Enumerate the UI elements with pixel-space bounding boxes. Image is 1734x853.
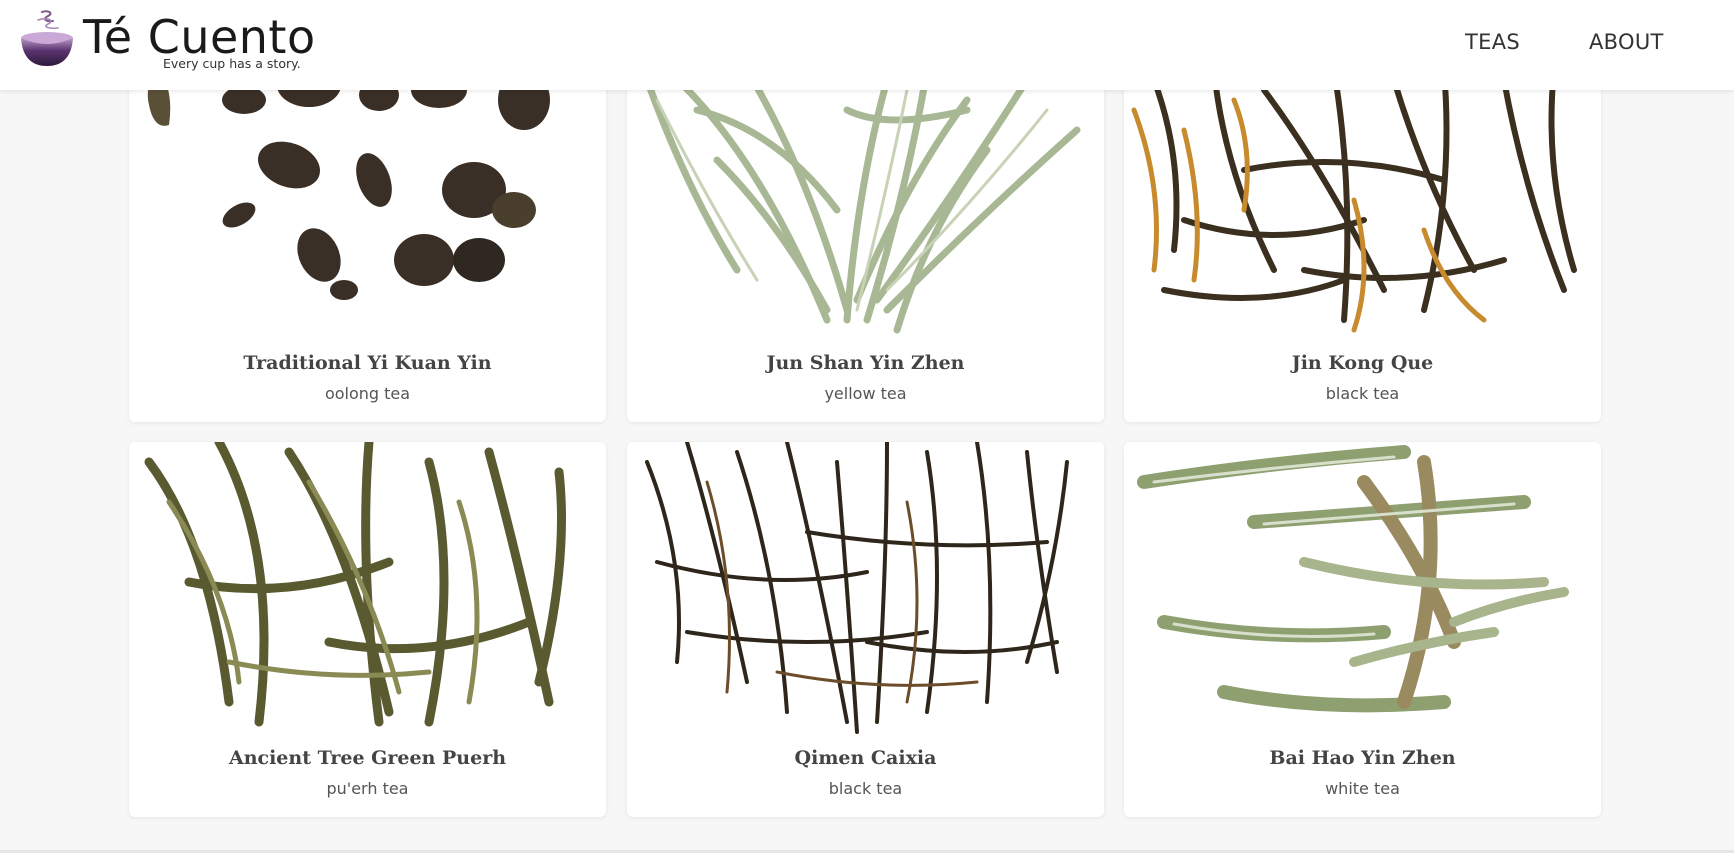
tea-type: white tea [1325,779,1400,798]
tea-type: black tea [1325,384,1400,403]
tea-type: oolong tea [324,384,411,403]
tea-name: Qimen Caixia [794,747,937,769]
tea-leaf-image [627,70,1104,348]
tea-leaf-image [129,442,606,742]
tea-leaf-image [1124,70,1601,348]
tea-name: Ancient Tree Green Puerh [228,747,507,769]
tea-card[interactable]: Jun Shan Yin Zhen yellow tea [627,70,1104,422]
tea-type: black tea [828,779,903,798]
tea-leaf-image [129,70,606,348]
nav-about-link[interactable]: ABOUT [1589,30,1664,54]
tea-cup-logo-icon [21,10,73,66]
tea-card[interactable]: Jin Kong Que black tea [1124,70,1601,422]
tea-name: Bai Hao Yin Zhen [1269,747,1456,769]
tea-card[interactable]: Bai Hao Yin Zhen white tea [1124,442,1601,817]
site-logo[interactable]: Té Cuento Every cup has a story. [20,8,315,78]
tea-type: pu'erh tea [326,779,409,798]
tea-name: Jin Kong Que [1291,352,1434,374]
tea-leaf-image [627,442,1104,742]
tea-card[interactable]: Traditional Yi Kuan Yin oolong tea [129,70,606,422]
brand-tagline: Every cup has a story. [163,56,301,71]
tea-card[interactable]: Qimen Caixia black tea [627,442,1104,817]
tea-name: Traditional Yi Kuan Yin [243,352,492,374]
tea-type: yellow tea [824,384,907,403]
tea-name: Jun Shan Yin Zhen [766,352,965,374]
site-header: Té Cuento Every cup has a story. TEAS AB… [0,0,1734,90]
nav-teas-link[interactable]: TEAS [1465,30,1520,54]
tea-leaf-image [1124,442,1601,742]
tea-card[interactable]: Ancient Tree Green Puerh pu'erh tea [129,442,606,817]
